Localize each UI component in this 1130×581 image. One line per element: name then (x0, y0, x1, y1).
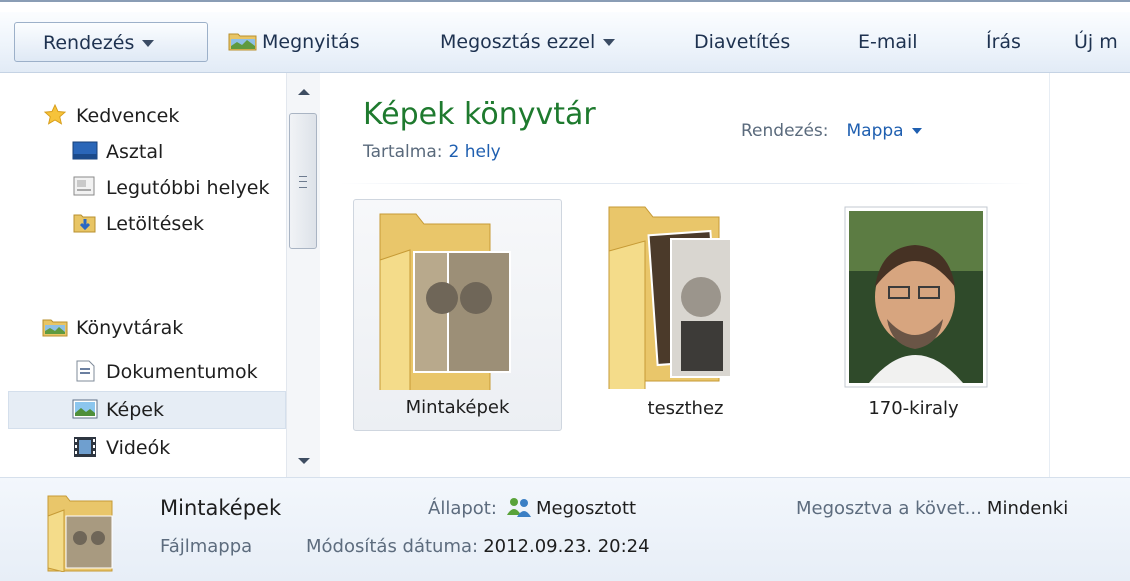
burn-label: Írás (986, 31, 1021, 53)
desktop-icon (72, 141, 98, 159)
scroll-down-arrow-icon[interactable] (298, 458, 310, 464)
arrange-label: Rendezés: (741, 121, 829, 141)
nav-item-documents[interactable]: Dokumentumok (72, 355, 258, 389)
shared-with-label: Megosztva a követ... (796, 498, 982, 519)
includes-label: Tartalma: (363, 142, 443, 162)
slideshow-button[interactable]: Diavetítés (694, 22, 790, 62)
documents-icon (76, 360, 95, 381)
scroll-up-arrow-icon[interactable] (298, 89, 310, 95)
folder-with-photos-icon (608, 206, 732, 389)
modified-label: Módosítás dátuma: (306, 536, 479, 557)
navigation-pane: Kedvencek Asztal Legutóbbi helyek Letölt… (0, 73, 320, 477)
slideshow-label: Diavetítés (694, 31, 791, 53)
nav-item-desktop[interactable]: Asztal (72, 135, 163, 169)
burn-button[interactable]: Írás (986, 22, 1021, 62)
library-folder-icon (228, 33, 257, 50)
header-divider (341, 183, 1031, 184)
arrange-by: Rendezés: Mappa (741, 121, 922, 141)
file-item[interactable]: 170-kiraly (809, 199, 1018, 431)
email-button[interactable]: E-mail (858, 22, 918, 62)
pictures-icon (72, 399, 98, 418)
chevron-down-icon (142, 40, 155, 47)
chevron-down-icon (603, 39, 616, 46)
nav-label-libraries: Könyvtárak (76, 317, 184, 339)
arrange-value: Mappa (846, 121, 904, 141)
new-folder-button[interactable]: Új m (1074, 22, 1118, 62)
state-label: Állapot: (428, 498, 497, 519)
shared-with-value: Mindenki (986, 498, 1069, 519)
email-label: E-mail (858, 31, 918, 53)
nav-label-favorites: Kedvencek (76, 105, 180, 127)
file-item-label: teszthez (647, 398, 724, 419)
nav-scrollbar[interactable] (286, 73, 320, 477)
nav-label-downloads: Letöltések (106, 213, 205, 235)
state-value: Megosztott (536, 498, 637, 519)
library-title: Képek könyvtár (363, 97, 596, 132)
nav-label-documents: Dokumentumok (106, 361, 258, 383)
window-frame-edge (0, 0, 1130, 12)
folder-with-photos-icon (47, 495, 113, 572)
details-type: Fájlmappa (160, 536, 253, 557)
nav-item-favorites[interactable]: Kedvencek (42, 99, 179, 133)
nav-item-downloads[interactable]: Letöltések (72, 207, 204, 241)
folder-with-photos-icon (379, 213, 511, 390)
library-includes: Tartalma: 2 hely (363, 142, 501, 162)
includes-locations-link[interactable]: 2 hely (449, 142, 501, 162)
libraries-icon (42, 319, 68, 336)
open-button[interactable]: Megnyitás (228, 22, 360, 62)
nav-label-videos: Videók (106, 437, 171, 459)
nav-label-recent-places: Legutóbbi helyek (106, 177, 270, 199)
chevron-down-icon (911, 128, 922, 134)
library-content: Képek könyvtár Tartalma: 2 hely Rendezés:… (321, 73, 1130, 477)
modified-value: 2012.09.23. 20:24 (483, 536, 650, 557)
nav-item-videos[interactable]: Videók (72, 431, 170, 465)
organize-label: Rendezés (43, 32, 135, 54)
recent-places-icon (73, 176, 95, 195)
nav-label-desktop: Asztal (106, 141, 164, 163)
details-state: Állapot: Megosztott (428, 497, 637, 521)
star-icon (43, 103, 67, 125)
nav-item-recent-places[interactable]: Legutóbbi helyek (72, 171, 270, 205)
details-pane: Mintaképek Fájlmappa Állapot: Megosztott… (0, 477, 1130, 581)
open-label: Megnyitás (262, 31, 360, 53)
videos-icon (74, 436, 96, 457)
nav-item-pictures[interactable]: Képek (72, 393, 164, 427)
share-with-button[interactable]: Megosztás ezzel (440, 22, 616, 62)
arrange-by-dropdown[interactable]: Mappa (847, 121, 922, 141)
new-folder-label: Új m (1074, 31, 1118, 53)
shared-users-icon (507, 497, 531, 517)
pane-divider (1049, 73, 1050, 477)
command-bar: Rendezés Megnyitás Megosztás ezzel Diave… (0, 12, 1130, 73)
share-with-label: Megosztás ezzel (440, 31, 596, 53)
details-name: Mintaképek (160, 496, 282, 520)
grip-icon (299, 176, 307, 188)
file-item[interactable]: Mintaképek (353, 199, 562, 431)
file-item[interactable]: teszthez (581, 199, 790, 431)
organize-button[interactable]: Rendezés (14, 22, 208, 62)
nav-label-pictures: Képek (106, 399, 164, 421)
scroll-thumb[interactable] (289, 113, 317, 249)
details-modified: Módosítás dátuma: 2012.09.23. 20:24 (306, 536, 650, 557)
nav-item-libraries[interactable]: Könyvtárak (42, 311, 183, 345)
file-item-label: Mintaképek (405, 397, 510, 418)
file-item-label: 170-kiraly (868, 398, 959, 419)
photo-thumbnail-icon (844, 206, 988, 388)
downloads-icon (73, 214, 96, 232)
details-shared-with: Megosztva a követ... Mindenki (796, 498, 1068, 519)
